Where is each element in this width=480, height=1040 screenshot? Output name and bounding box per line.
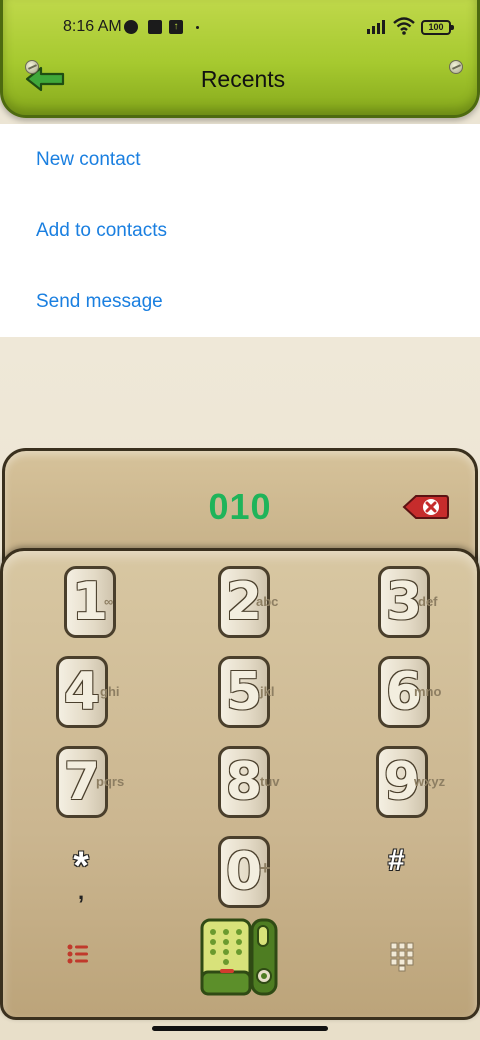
key-letters: tuv	[260, 774, 280, 789]
add-to-contacts-item[interactable]: Add to contacts	[0, 195, 480, 266]
key-9[interactable]: 9 wxyz	[376, 746, 480, 824]
key-5[interactable]: 5 jkl	[218, 656, 338, 734]
square-notification-icon	[148, 20, 162, 34]
key-letters: jkl	[260, 684, 275, 699]
key-4[interactable]: 4 ghi	[56, 656, 176, 734]
app-notification-icon	[124, 20, 138, 34]
status-bar: 8:16 AM ↑ 100	[3, 0, 480, 56]
key-hash[interactable]: #	[388, 844, 405, 878]
key-6[interactable]: 6 mno	[378, 656, 480, 734]
status-time: 8:16 AM	[63, 18, 122, 35]
key-letters: def	[418, 594, 438, 609]
signal-strength-icon	[367, 20, 387, 34]
call-phone-icon[interactable]	[198, 914, 282, 998]
keypad-grid-icon[interactable]	[390, 942, 414, 972]
key-letters: pqrs	[96, 774, 125, 789]
page-title: Recents	[200, 66, 286, 92]
send-message-item[interactable]: Send message	[0, 266, 480, 337]
key-plus-label: +	[260, 858, 271, 878]
key-letters: mno	[414, 684, 442, 699]
contact-action-menu: New contact Add to contacts Send message	[0, 124, 480, 337]
menu-list-icon[interactable]	[66, 942, 90, 966]
key-letters: ghi	[100, 684, 120, 699]
key-0[interactable]: 0 +	[218, 836, 338, 914]
key-star[interactable]: * ,	[61, 846, 101, 906]
battery-icon: 100	[421, 20, 454, 35]
more-notifications-icon	[196, 26, 199, 29]
voicemail-icon: ∞	[104, 594, 114, 609]
key-pause-comma: ,	[77, 879, 85, 904]
new-contact-item[interactable]: New contact	[0, 124, 480, 195]
app-header: 8:16 AM ↑ 100 Recents	[0, 0, 480, 118]
key-letters: wxyz	[414, 774, 446, 789]
key-letters: abc	[256, 594, 279, 609]
key-8[interactable]: 8 tuv	[218, 746, 338, 824]
key-1[interactable]: 1 ∞	[64, 566, 184, 644]
upload-notification-icon: ↑	[169, 20, 183, 34]
key-3[interactable]: 3 def	[378, 566, 480, 644]
key-7[interactable]: 7 pqrs	[56, 746, 176, 824]
key-2[interactable]: 2 abc	[218, 566, 338, 644]
home-indicator[interactable]	[152, 1026, 328, 1031]
backspace-icon[interactable]	[402, 493, 450, 521]
wifi-icon	[393, 17, 415, 35]
